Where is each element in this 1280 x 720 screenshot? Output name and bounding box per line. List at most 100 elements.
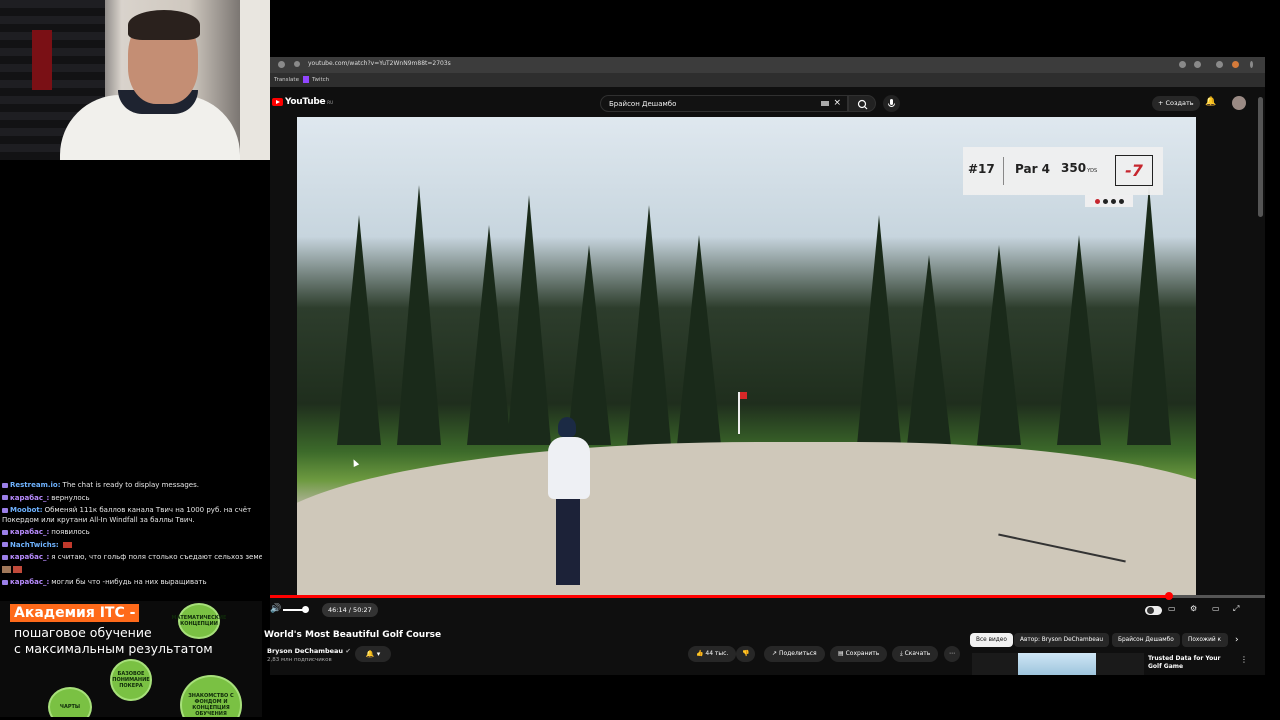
search-input[interactable]: Брайсон Дешамбо × [600,95,848,112]
settings-gear-icon[interactable]: ⚙ [1190,604,1197,613]
video-player[interactable]: #17 Par 4 350YDS -7 [297,117,1196,595]
tree [397,185,441,445]
url-text[interactable]: youtube.com/watch?v=YuT2WnN9m88t=2703s [308,60,451,67]
tree [857,215,901,445]
yardage-value: 350 [1061,161,1087,175]
more-icon: ⋯ [949,650,955,657]
bookmark-twitch[interactable]: Twitch [312,77,329,83]
menu-icon[interactable] [1250,61,1253,68]
youtube-logo[interactable]: YouTube RU [272,97,333,107]
chip-similar[interactable]: Похожий к [1182,633,1228,647]
golfer-cap [558,417,576,437]
youtube-play-icon [272,98,283,106]
recommended-title[interactable]: Trusted Data for Your Golf Game [1148,655,1236,671]
twitch-icon [2,554,8,560]
tree [907,255,951,445]
chip-bryson[interactable]: Брайсон Дешамбо [1112,633,1180,647]
cast-icon[interactable] [1179,61,1186,68]
channel-name-text: Bryson DeChambeau [267,647,344,655]
theater-mode-icon[interactable]: ▭ [1212,604,1220,613]
tree [467,225,511,445]
scorebug: #17 Par 4 350YDS -7 [963,147,1163,195]
shot-dot [1094,198,1100,204]
twitch-icon [303,76,309,83]
recommended-thumbnail[interactable] [972,653,1144,675]
volume-icon[interactable]: 🔊 [270,604,281,614]
progress-scrubber[interactable] [1165,592,1174,600]
reload-icon[interactable] [278,61,285,68]
emote-icon [62,541,72,548]
download-label: Скачать [904,650,931,657]
chat-username: карабас_: [10,553,50,561]
tree [627,205,671,445]
recommended-more-icon[interactable]: ⋮ [1240,655,1248,664]
chip-author[interactable]: Автор: Bryson DeChambeau [1014,633,1110,647]
twitch-icon [2,507,8,513]
subscription-bell-button[interactable]: 🔔 ▾ [355,646,391,662]
share-icon: ↗ [772,650,779,657]
streamer-hair [128,10,200,40]
tree [567,245,611,445]
progress-fill [270,595,1170,598]
download-button[interactable]: ⤓ Скачать [892,646,939,662]
save-button[interactable]: ▤ Сохранить [830,646,888,662]
tree [507,195,551,445]
dislike-button[interactable]: 👎 [736,646,756,662]
keyboard-icon[interactable] [821,101,829,106]
search-button[interactable] [848,95,876,112]
twitch-icon [2,529,8,535]
ad-node: ЧАРТЫ [48,687,92,717]
chat-message: Restream.io: The chat is ready to display… [2,479,262,492]
notifications-icon[interactable]: 🔔 [1205,97,1216,107]
emote-icon [2,566,11,573]
account-avatar[interactable] [1232,96,1246,110]
emote-icon [13,566,22,573]
chat-message: карабас_: могли бы что -нибудь на них выр… [2,576,262,589]
like-count: 44 тыс. [705,650,729,657]
youtube-header: YouTube RU Брайсон Дешамбо × + Создать 🔔 [270,87,1265,117]
bookmark-translate[interactable]: Translate [274,77,299,83]
hole-yardage: 350YDS [1061,161,1097,175]
scorebug-divider [1003,157,1004,185]
subtitles-icon[interactable]: ▭ [1168,604,1176,613]
chat-text: The chat is ready to display messages. [62,481,199,489]
clear-search-icon[interactable]: × [833,98,841,108]
create-button[interactable]: + Создать [1152,96,1200,111]
verified-icon: ✔ [345,647,351,655]
extensions-icon[interactable] [1216,61,1223,68]
player-controls: 🔊 46:14 / 50:27 ▭ ⚙ ▭ ⤢ [270,600,1265,622]
autoplay-toggle[interactable] [1145,606,1162,615]
video-progress-bar[interactable] [270,592,1265,600]
site-info-icon[interactable] [294,61,300,67]
save-label: Сохранить [845,650,880,657]
fullscreen-icon[interactable]: ⤢ [1233,604,1239,614]
more-actions-button[interactable]: ⋯ [944,646,960,662]
channel-name[interactable]: Bryson DeChambeau ✔ [267,647,351,655]
chevron-right-icon[interactable]: › [1235,635,1239,645]
bookmark-star-icon[interactable] [1194,61,1201,68]
chat-message: карабас_: появилось [2,526,262,539]
profile-icon[interactable] [1232,61,1239,68]
background-frame [240,0,270,160]
chat-username: карабас_: [10,493,50,502]
subscriber-count: 2,83 млн подписчиков [267,657,332,663]
share-button[interactable]: ↗ Поделиться [764,646,825,662]
voice-search-button[interactable] [883,95,900,112]
volume-knob[interactable] [302,606,309,613]
chat-message: NachTwichs: [2,539,262,552]
chat-username: Moobot: [10,506,43,514]
plus-icon: + [1158,99,1166,107]
like-button[interactable]: 👍 44 тыс. [688,646,737,662]
ad-banner[interactable]: Академия ITC - пошаговое обучение с макс… [0,601,262,717]
scrollbar[interactable] [1258,97,1263,217]
chip-all-videos[interactable]: Все видео [970,633,1013,647]
chat-message: карабас_: вернулось [2,492,262,505]
stream-chat: Restream.io: The chat is ready to display… [0,479,262,597]
thumbnail-image [1018,653,1096,675]
address-bar[interactable]: youtube.com/watch?v=YuT2WnN9m88t=2703s [270,57,1265,73]
youtube-region: RU [327,99,334,105]
score-to-par: -7 [1115,155,1153,186]
save-icon: ▤ [838,650,846,657]
chat-text: появилось [51,528,90,536]
shot-dot [1118,198,1124,204]
